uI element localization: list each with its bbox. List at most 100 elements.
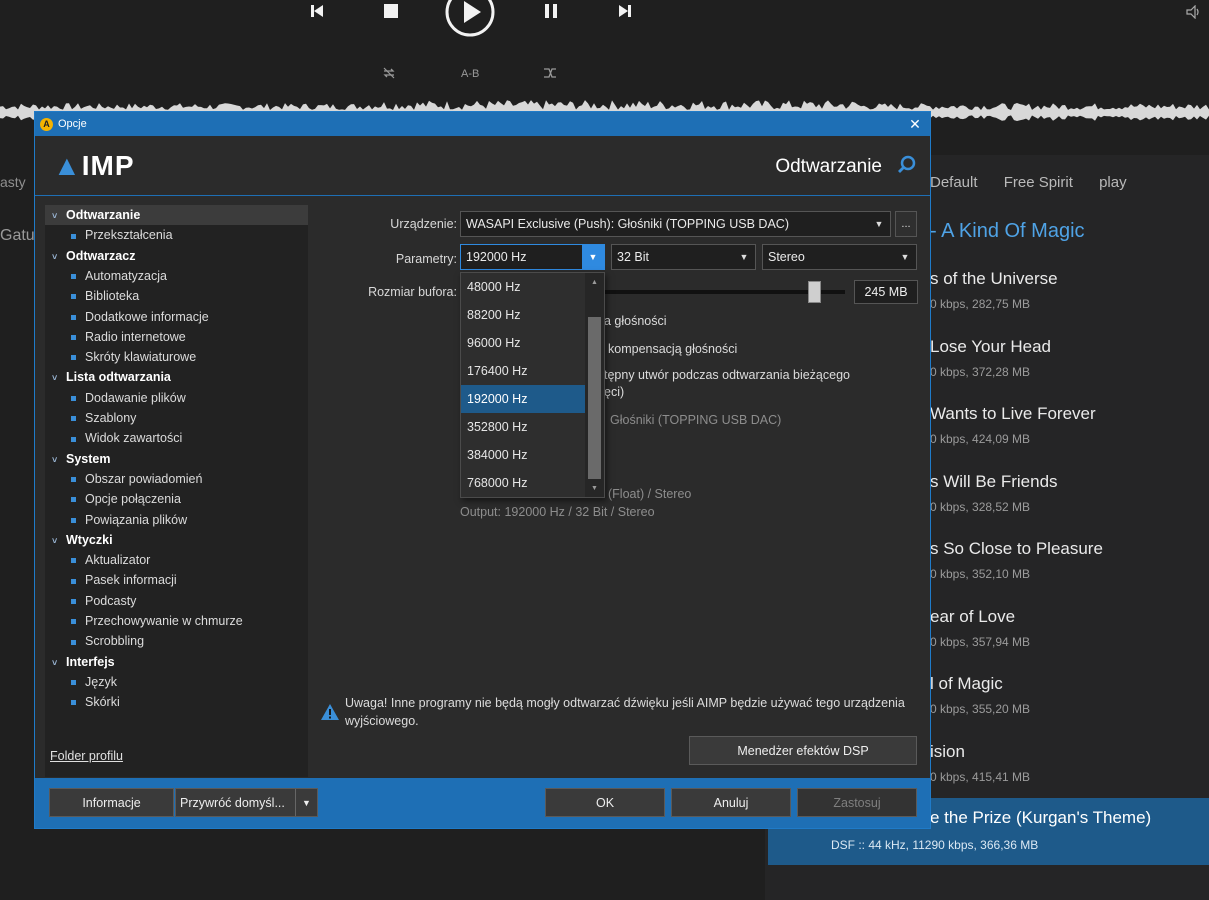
tree-item[interactable]: Pasek informacji bbox=[71, 570, 177, 590]
tree-item[interactable]: Aktualizator bbox=[71, 550, 150, 570]
apply-button[interactable]: Zastosuj bbox=[797, 788, 917, 817]
frequency-option[interactable]: 192000 Hz bbox=[461, 385, 585, 413]
tree-category[interactable]: ˅ Wtyczki bbox=[45, 530, 308, 550]
scrollbar-thumb[interactable] bbox=[588, 317, 601, 479]
tree-item[interactable]: Opcje połączenia bbox=[71, 489, 181, 509]
playlist-track[interactable]: l of Magic 0 kbps, 355,20 MB bbox=[930, 674, 1209, 716]
tree-category[interactable]: ˅ Odtwarzanie bbox=[45, 205, 308, 225]
chevron-down-icon[interactable]: ▼ bbox=[295, 789, 317, 816]
dropdown-scrollbar[interactable]: ▲ ▼ bbox=[585, 273, 604, 497]
tab-free-spirit[interactable]: Free Spirit bbox=[1004, 174, 1073, 191]
volume-icon[interactable] bbox=[1184, 2, 1204, 22]
tree-item[interactable]: Biblioteka bbox=[71, 286, 139, 306]
tree-category[interactable]: ˅ Lista odtwarzania bbox=[45, 367, 308, 387]
playlist-track[interactable]: s So Close to Pleasure 0 kbps, 352,10 MB bbox=[930, 539, 1209, 581]
dialog-footer: Informacje Przywróć domyśl... ▼ OK Anulu… bbox=[35, 778, 930, 828]
frequency-option[interactable]: 48000 Hz bbox=[461, 273, 585, 301]
pause-icon[interactable] bbox=[540, 0, 562, 22]
playlist-track[interactable]: Wants to Live Forever 0 kbps, 424,09 MB bbox=[930, 404, 1209, 446]
ab-repeat-button[interactable]: A-B bbox=[461, 68, 479, 80]
tree-item[interactable]: Skróty klawiaturowe bbox=[71, 347, 196, 367]
chevron-down-icon: ▼ bbox=[900, 252, 910, 262]
track-info: 0 kbps, 415,41 MB bbox=[930, 769, 1031, 784]
bullet-icon bbox=[71, 395, 76, 401]
playlist-track[interactable]: Lose Your Head 0 kbps, 372,28 MB bbox=[930, 337, 1209, 379]
playlist-track[interactable]: ision 0 kbps, 415,41 MB bbox=[930, 742, 1209, 784]
buffer-slider-handle[interactable] bbox=[808, 281, 822, 303]
params-label: Parametry: bbox=[395, 252, 457, 266]
scroll-up-icon[interactable]: ▲ bbox=[585, 275, 604, 289]
close-icon[interactable]: ✕ bbox=[900, 116, 930, 133]
shuffle-icon[interactable] bbox=[543, 66, 557, 83]
bullet-icon bbox=[71, 497, 76, 503]
frequency-option[interactable]: 88200 Hz bbox=[461, 301, 585, 329]
ok-button[interactable]: OK bbox=[545, 788, 665, 817]
tree-category[interactable]: ˅ Interfejs bbox=[45, 652, 308, 672]
chevron-down-icon[interactable]: ˅ bbox=[52, 531, 66, 551]
tree-item[interactable]: Widok zawartości bbox=[71, 428, 182, 448]
frequency-option[interactable]: 352800 Hz bbox=[461, 413, 585, 441]
search-icon[interactable] bbox=[896, 154, 918, 176]
folder-profile-link[interactable]: Folder profilu bbox=[50, 749, 123, 763]
chevron-down-icon[interactable]: ˅ bbox=[52, 206, 66, 226]
prev-icon[interactable] bbox=[306, 0, 328, 22]
tab-default[interactable]: Default bbox=[930, 174, 978, 191]
track-info: 0 kbps, 355,20 MB bbox=[930, 702, 1031, 716]
frequency-select[interactable]: 192000 Hz ▼ bbox=[460, 244, 605, 270]
bullet-icon bbox=[71, 619, 76, 625]
frequency-option[interactable]: 384000 Hz bbox=[461, 441, 585, 469]
playlist-track[interactable]: s of the Universe 0 kbps, 282,75 MB bbox=[930, 269, 1209, 311]
tree-item[interactable]: Radio internetowe bbox=[71, 327, 186, 347]
bullet-icon bbox=[71, 355, 76, 361]
track-title: s of the Universe bbox=[930, 269, 1058, 288]
restore-defaults-button[interactable]: Przywróć domyśl... ▼ bbox=[175, 788, 318, 817]
playlist-track[interactable]: s Will Be Friends 0 kbps, 328,52 MB bbox=[930, 472, 1209, 514]
tree-item[interactable]: Automatyzacja bbox=[71, 266, 167, 286]
tree-category[interactable]: ˅ Odtwarzacz bbox=[45, 246, 308, 266]
device-select[interactable]: WASAPI Exclusive (Push): Głośniki (TOPPI… bbox=[460, 211, 891, 237]
track-info: 0 kbps, 328,52 MB bbox=[930, 499, 1031, 514]
tree-category[interactable]: ˅ System bbox=[45, 449, 308, 469]
scroll-down-icon[interactable]: ▼ bbox=[585, 481, 604, 495]
track-info: 0 kbps, 357,94 MB bbox=[930, 634, 1031, 649]
channels-select[interactable]: Stereo ▼ bbox=[762, 244, 917, 270]
repeat-icon[interactable] bbox=[382, 66, 396, 83]
dsp-manager-button[interactable]: Menedżer efektów DSP bbox=[689, 736, 917, 765]
frequency-option[interactable]: 176400 Hz bbox=[461, 357, 585, 385]
frequency-option[interactable]: 96000 Hz bbox=[461, 329, 585, 357]
stop-icon[interactable] bbox=[380, 0, 402, 22]
aimp-logo: ▲IMP bbox=[53, 150, 135, 181]
bits-select[interactable]: 32 Bit ▼ bbox=[611, 244, 756, 270]
track-title: ear of Love bbox=[930, 606, 1016, 626]
background-tab-fragment: asty bbox=[0, 174, 26, 190]
tab-play[interactable]: play bbox=[1099, 174, 1127, 191]
tree-item[interactable]: Dodatkowe informacje bbox=[71, 307, 209, 327]
tree-item[interactable]: Dodawanie plików bbox=[71, 388, 186, 408]
tree-item[interactable]: Obszar powiadomień bbox=[71, 469, 202, 489]
tree-item[interactable]: Szablony bbox=[71, 408, 136, 428]
track-title: s Will Be Friends bbox=[930, 471, 1058, 491]
bullet-icon bbox=[71, 578, 76, 584]
play-icon[interactable] bbox=[444, 0, 496, 38]
tree-item[interactable]: Przekształcenia bbox=[71, 225, 173, 245]
track-info: 0 kbps, 282,75 MB bbox=[930, 297, 1031, 311]
tree-item[interactable]: Skórki bbox=[71, 692, 120, 712]
chevron-down-icon[interactable]: ˅ bbox=[52, 368, 66, 388]
chevron-down-icon[interactable]: ˅ bbox=[52, 653, 66, 673]
chevron-down-icon[interactable]: ˅ bbox=[52, 247, 66, 267]
buffer-value[interactable]: 245 MB bbox=[854, 280, 918, 304]
tree-item[interactable]: Scrobbling bbox=[71, 631, 144, 651]
tree-item[interactable]: Powiązania plików bbox=[71, 510, 187, 530]
dialog-titlebar[interactable]: A Opcje ✕ bbox=[35, 112, 930, 136]
playlist-track[interactable]: ear of Love 0 kbps, 357,94 MB bbox=[930, 607, 1209, 649]
tree-item[interactable]: Język bbox=[71, 672, 117, 692]
frequency-option[interactable]: 768000 Hz bbox=[461, 469, 585, 497]
info-button[interactable]: Informacje bbox=[49, 788, 174, 817]
tree-item[interactable]: Przechowywanie w chmurze bbox=[71, 611, 243, 631]
tree-item[interactable]: Podcasty bbox=[71, 591, 136, 611]
cancel-button[interactable]: Anuluj bbox=[671, 788, 791, 817]
device-more-button[interactable]: ... bbox=[895, 211, 917, 237]
bullet-icon bbox=[71, 335, 76, 340]
next-icon[interactable] bbox=[614, 0, 636, 22]
chevron-down-icon[interactable]: ˅ bbox=[52, 450, 66, 470]
